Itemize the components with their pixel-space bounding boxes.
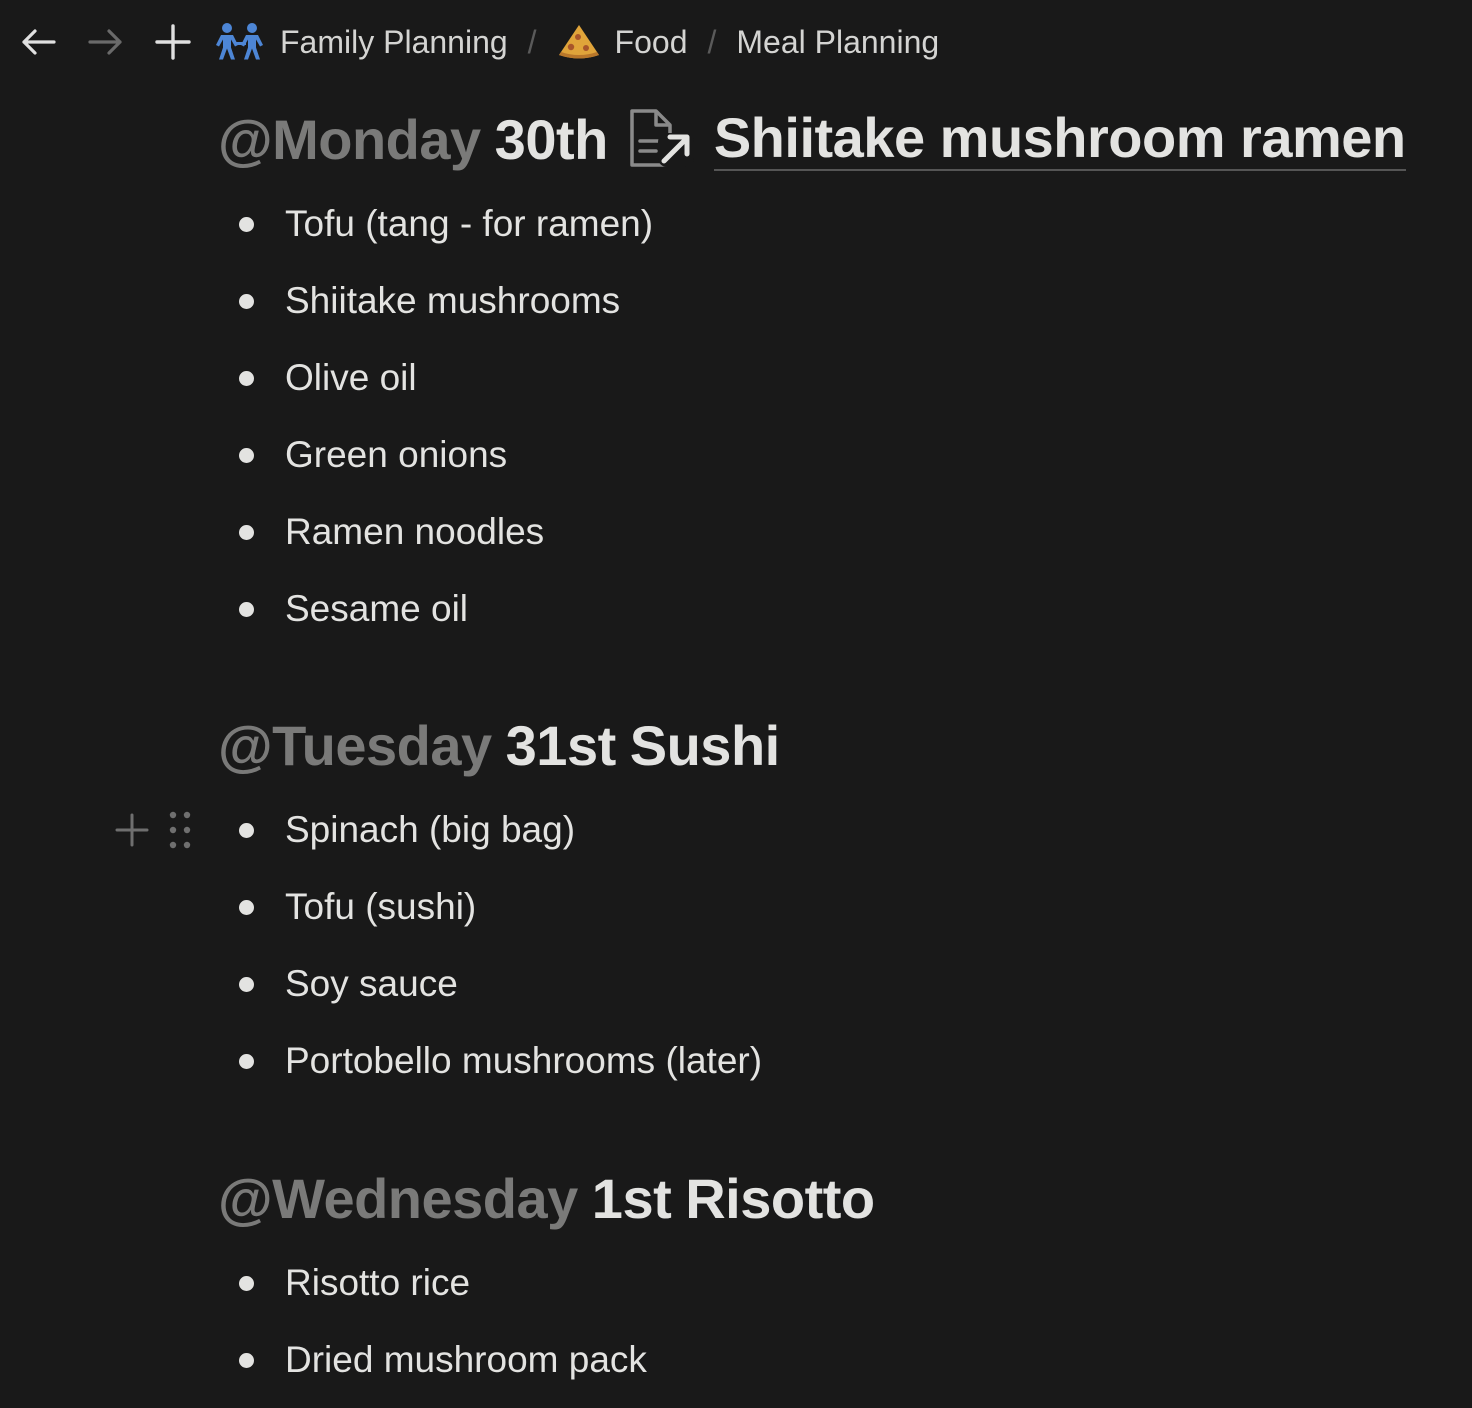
bullet — [239, 900, 254, 915]
breadcrumb-separator: / — [707, 23, 717, 60]
linked-page-title: Shiitake mushroom ramen — [713, 106, 1406, 171]
plus-icon — [155, 24, 191, 60]
breadcrumb-food[interactable]: Food — [557, 22, 688, 62]
breadcrumb-family-planning[interactable]: Family Planning — [214, 22, 508, 62]
list-item[interactable]: Tofu (tang - for ramen) — [230, 185, 653, 262]
list-item[interactable]: Sesame oil — [230, 570, 653, 647]
drag-handle-icon — [169, 811, 191, 848]
bullet — [239, 217, 254, 232]
bullet — [239, 294, 254, 309]
arrow-left-icon — [22, 29, 56, 55]
date-suffix: 30th — [494, 107, 609, 171]
top-bar: Family Planning / Food / Meal Planning — [0, 0, 1472, 84]
breadcrumb-meal-planning[interactable]: Meal Planning — [736, 24, 939, 61]
list-item[interactable]: Olive oil — [230, 339, 653, 416]
list-item-text: Dried mushroom pack — [285, 1338, 647, 1380]
breadcrumb-label: Meal Planning — [736, 23, 940, 60]
list-item-text: Sesame oil — [285, 587, 469, 629]
meal-title: Risotto — [685, 1166, 875, 1230]
list-item-text: Ramen noodles — [285, 510, 545, 552]
list-item-text: Green onions — [285, 433, 508, 475]
list-item[interactable]: Portobello mushrooms (later) — [230, 1022, 762, 1099]
bullet — [239, 1054, 254, 1069]
bullet — [239, 977, 254, 992]
list-item-text: Portobello mushrooms (later) — [285, 1039, 763, 1081]
list-item[interactable]: Green onions — [230, 416, 653, 493]
day-heading-wednesday[interactable]: @Wednesday 1st Risotto — [218, 1162, 875, 1234]
bullet — [239, 1353, 254, 1368]
ingredient-list-tuesday: Spinach (big bag) Tofu (sushi) Soy sauce… — [115, 791, 762, 1099]
arrow-right-icon — [88, 29, 122, 55]
forward-button[interactable] — [86, 22, 126, 62]
ingredient-list-monday: Tofu (tang - for ramen) Shiitake mushroo… — [230, 185, 653, 647]
list-item-text: Olive oil — [285, 356, 417, 398]
list-item[interactable]: Dried mushroom pack — [230, 1321, 647, 1398]
date-mention[interactable]: @Wednesday — [218, 1166, 578, 1231]
drag-handle[interactable] — [168, 810, 192, 850]
list-item-text: Spinach (big bag) — [285, 808, 576, 850]
list-item[interactable]: Soy sauce — [230, 945, 762, 1022]
list-item[interactable]: Tofu (sushi) — [230, 868, 762, 945]
date-suffix: 31st — [505, 713, 617, 777]
list-item-text: Risotto rice — [285, 1261, 471, 1303]
linked-page[interactable]: Shiitake mushroom ramen — [626, 107, 1406, 171]
bullet — [239, 448, 254, 463]
list-item-text: Tofu (tang - for ramen) — [285, 202, 654, 244]
ingredient-list-wednesday: Risotto rice Dried mushroom pack — [230, 1244, 647, 1398]
bullet — [239, 371, 254, 386]
bullet — [239, 602, 254, 617]
bullet — [239, 1276, 254, 1291]
bullet — [239, 525, 254, 540]
block-tools — [114, 791, 192, 868]
breadcrumb-label: Family Planning — [280, 23, 508, 60]
add-block-button[interactable] — [114, 812, 150, 848]
date-suffix: 1st — [591, 1166, 672, 1230]
pizza-slice-icon — [557, 22, 601, 62]
date-mention[interactable]: @Tuesday — [218, 713, 492, 778]
day-heading-tuesday[interactable]: @Tuesday 31st Sushi — [218, 709, 780, 781]
breadcrumb-separator: / — [527, 23, 537, 60]
bullet — [239, 823, 254, 838]
people-holding-hands-icon — [214, 22, 266, 62]
breadcrumb-label: Food — [614, 23, 688, 60]
new-page-button[interactable] — [153, 22, 193, 62]
list-item[interactable]: Risotto rice — [230, 1244, 647, 1321]
breadcrumb: Family Planning / Food / Meal Planning — [214, 18, 939, 66]
list-item-text: Tofu (sushi) — [285, 885, 477, 927]
page-link-icon — [626, 107, 698, 171]
plus-icon — [115, 813, 149, 846]
list-item[interactable]: Shiitake mushrooms — [230, 262, 653, 339]
day-heading-monday[interactable]: @Monday 30th Shiitake mushroom ramen — [218, 103, 1406, 175]
list-item-text: Soy sauce — [285, 962, 458, 1004]
list-item-text: Shiitake mushrooms — [285, 279, 621, 321]
meal-title: Sushi — [629, 713, 780, 777]
date-mention[interactable]: @Monday — [218, 107, 481, 172]
back-button[interactable] — [18, 22, 58, 62]
list-item[interactable]: Ramen noodles — [230, 493, 653, 570]
list-item[interactable]: Spinach (big bag) — [115, 791, 762, 868]
